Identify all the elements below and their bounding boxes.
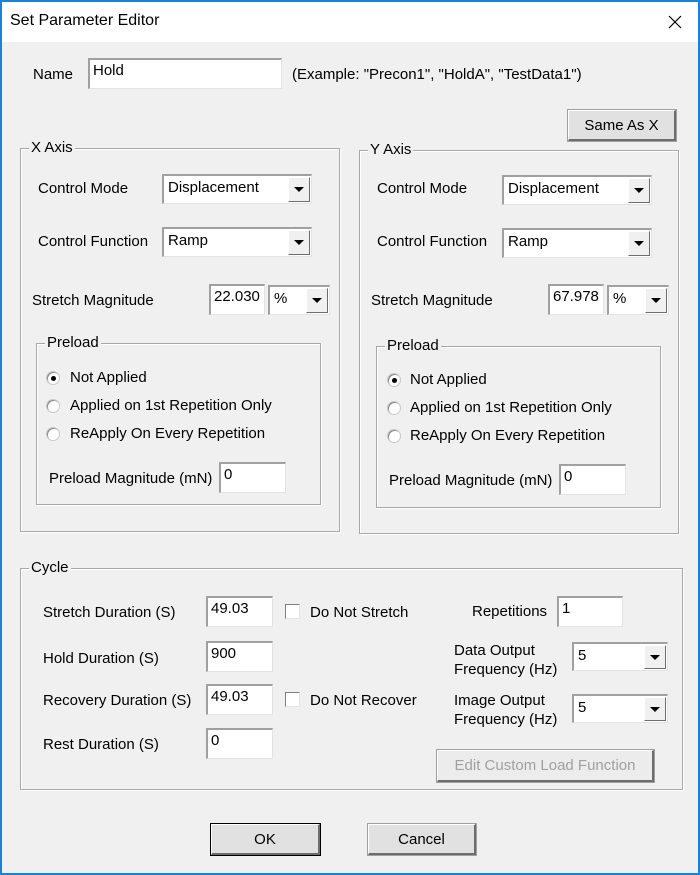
rest-duration-label: Rest Duration (S) (43, 736, 159, 753)
name-example-hint: (Example: "Precon1", "HoldA", "TestData1… (292, 66, 582, 83)
chevron-down-icon[interactable] (288, 230, 310, 255)
recovery-duration-label: Recovery Duration (S) (43, 692, 192, 709)
y-stretch-unit-select[interactable]: % (607, 285, 669, 315)
radio-button[interactable] (387, 401, 401, 415)
x-control-function-label: Control Function (38, 233, 149, 250)
repetitions-label: Repetitions (472, 603, 548, 620)
x-control-function-value: Ramp (168, 232, 209, 249)
x-axis-group-title: X Axis (29, 139, 75, 157)
x-stretch-unit-select[interactable]: % (268, 285, 330, 315)
x-control-function-select[interactable]: Ramp (162, 227, 312, 257)
checkbox-box[interactable] (285, 604, 300, 619)
x-preload-group-title: Preload (45, 334, 101, 352)
do-not-recover-label: Do Not Recover (310, 692, 417, 709)
y-control-mode-value: Displacement (508, 180, 599, 197)
radio-label: Not Applied (70, 369, 147, 386)
radio-button[interactable] (46, 427, 60, 441)
cycle-group-title: Cycle (29, 559, 71, 577)
y-preload-magnitude-label: Preload Magnitude (mN) (389, 472, 553, 489)
y-control-mode-label: Control Mode (377, 180, 468, 197)
rest-duration-input[interactable]: 0 (206, 728, 273, 759)
stretch-duration-input[interactable]: 49.03 (206, 596, 273, 627)
repetitions-input[interactable]: 1 (557, 596, 623, 627)
x-preload-magnitude-label: Preload Magnitude (mN) (49, 470, 213, 487)
title-bar: Set Parameter Editor (2, 2, 698, 42)
x-control-mode-label: Control Mode (38, 180, 129, 197)
image-output-frequency-label: Image Output Frequency (Hz) (454, 691, 557, 729)
chevron-down-icon[interactable] (644, 645, 666, 669)
data-output-frequency-label: Data Output Frequency (Hz) (454, 641, 557, 679)
y-preload-group-title: Preload (385, 337, 441, 355)
same-as-x-button[interactable]: Same As X (567, 109, 677, 142)
y-stretch-magnitude-input[interactable]: 67.978 (548, 284, 604, 315)
cancel-button[interactable]: Cancel (367, 823, 477, 856)
image-output-frequency-select[interactable]: 5 (572, 694, 668, 723)
chevron-down-icon[interactable] (645, 288, 667, 313)
x-stretch-magnitude-input[interactable]: 22.030 (209, 284, 265, 315)
recovery-duration-input[interactable]: 49.03 (206, 684, 273, 715)
y-stretch-magnitude-label: Stretch Magnitude (371, 292, 493, 309)
chevron-down-icon[interactable] (628, 178, 650, 203)
radio-button[interactable] (387, 429, 401, 443)
edit-custom-load-function-button[interactable]: Edit Custom Load Function (436, 749, 655, 783)
set-parameter-editor-window: Set Parameter Editor Name Hold (Example:… (0, 0, 700, 875)
chevron-down-icon[interactable] (288, 177, 310, 202)
name-label: Name (33, 66, 74, 83)
name-input[interactable]: Hold (88, 58, 282, 89)
image-output-label-line1: Image Output (454, 692, 545, 709)
x-stretch-magnitude-label: Stretch Magnitude (32, 292, 154, 309)
chevron-down-icon[interactable] (306, 288, 328, 313)
data-output-label-line1: Data Output (454, 642, 535, 659)
radio-button[interactable] (46, 399, 60, 413)
data-output-frequency-value: 5 (578, 647, 587, 664)
close-button[interactable] (652, 2, 698, 42)
checkbox-box[interactable] (285, 692, 300, 707)
stretch-duration-label: Stretch Duration (S) (43, 604, 176, 621)
x-control-mode-value: Displacement (168, 179, 259, 196)
y-preload-magnitude-input[interactable]: 0 (559, 464, 626, 495)
image-output-frequency-value: 5 (578, 699, 587, 716)
hold-duration-input[interactable]: 900 (206, 641, 273, 672)
radio-button[interactable] (387, 373, 401, 387)
do-not-stretch-label: Do Not Stretch (310, 604, 409, 621)
image-output-label-line2: Frequency (Hz) (454, 711, 558, 728)
window-title: Set Parameter Editor (10, 12, 160, 29)
radio-label: ReApply On Every Repetition (410, 427, 606, 444)
radio-button[interactable] (46, 371, 60, 385)
radio-label: Applied on 1st Repetition Only (70, 397, 272, 414)
radio-label: Applied on 1st Repetition Only (410, 399, 612, 416)
chevron-down-icon[interactable] (628, 231, 650, 256)
y-stretch-unit-value: % (613, 290, 627, 307)
chevron-down-icon[interactable] (644, 697, 666, 721)
radio-label: Not Applied (410, 371, 487, 388)
x-preload-magnitude-input[interactable]: 0 (219, 462, 286, 493)
y-control-function-select[interactable]: Ramp (502, 228, 652, 258)
y-control-function-label: Control Function (377, 233, 488, 250)
data-output-label-line2: Frequency (Hz) (454, 661, 558, 678)
close-x-icon (668, 15, 682, 29)
radio-label: ReApply On Every Repetition (70, 425, 266, 442)
data-output-frequency-select[interactable]: 5 (572, 642, 668, 671)
hold-duration-label: Hold Duration (S) (43, 650, 159, 667)
y-axis-group-title: Y Axis (368, 141, 414, 159)
x-stretch-unit-value: % (274, 290, 288, 307)
x-control-mode-select[interactable]: Displacement (162, 174, 312, 204)
y-control-mode-select[interactable]: Displacement (502, 175, 652, 205)
y-control-function-value: Ramp (508, 233, 549, 250)
ok-button[interactable]: OK (210, 823, 321, 856)
